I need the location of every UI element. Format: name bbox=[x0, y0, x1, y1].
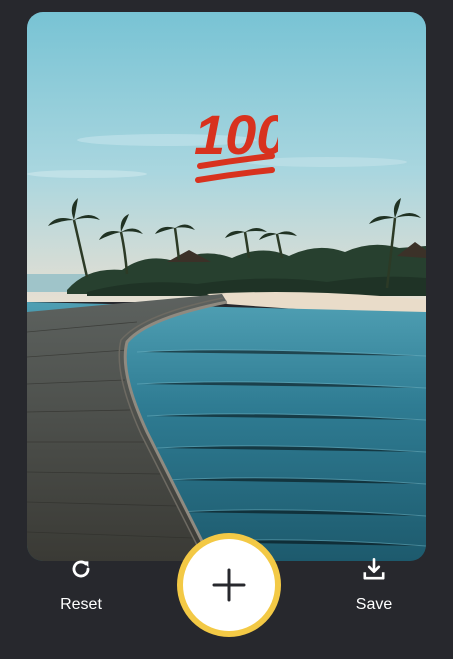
reset-label: Reset bbox=[60, 596, 102, 613]
plus-icon bbox=[212, 568, 246, 602]
refresh-icon bbox=[72, 560, 90, 578]
save-button[interactable]: Save bbox=[334, 556, 414, 614]
reset-button[interactable]: Reset bbox=[41, 556, 121, 614]
add-button[interactable] bbox=[177, 533, 281, 637]
save-label: Save bbox=[355, 596, 393, 613]
photo-canvas[interactable]: 100 bbox=[27, 12, 426, 561]
download-icon bbox=[363, 557, 385, 580]
add-button-inner bbox=[183, 539, 275, 631]
editor-screen: 100 Reset Save bbox=[0, 0, 453, 659]
beach-photo bbox=[27, 12, 426, 561]
hundred-points-sticker[interactable]: 100 bbox=[192, 98, 278, 188]
